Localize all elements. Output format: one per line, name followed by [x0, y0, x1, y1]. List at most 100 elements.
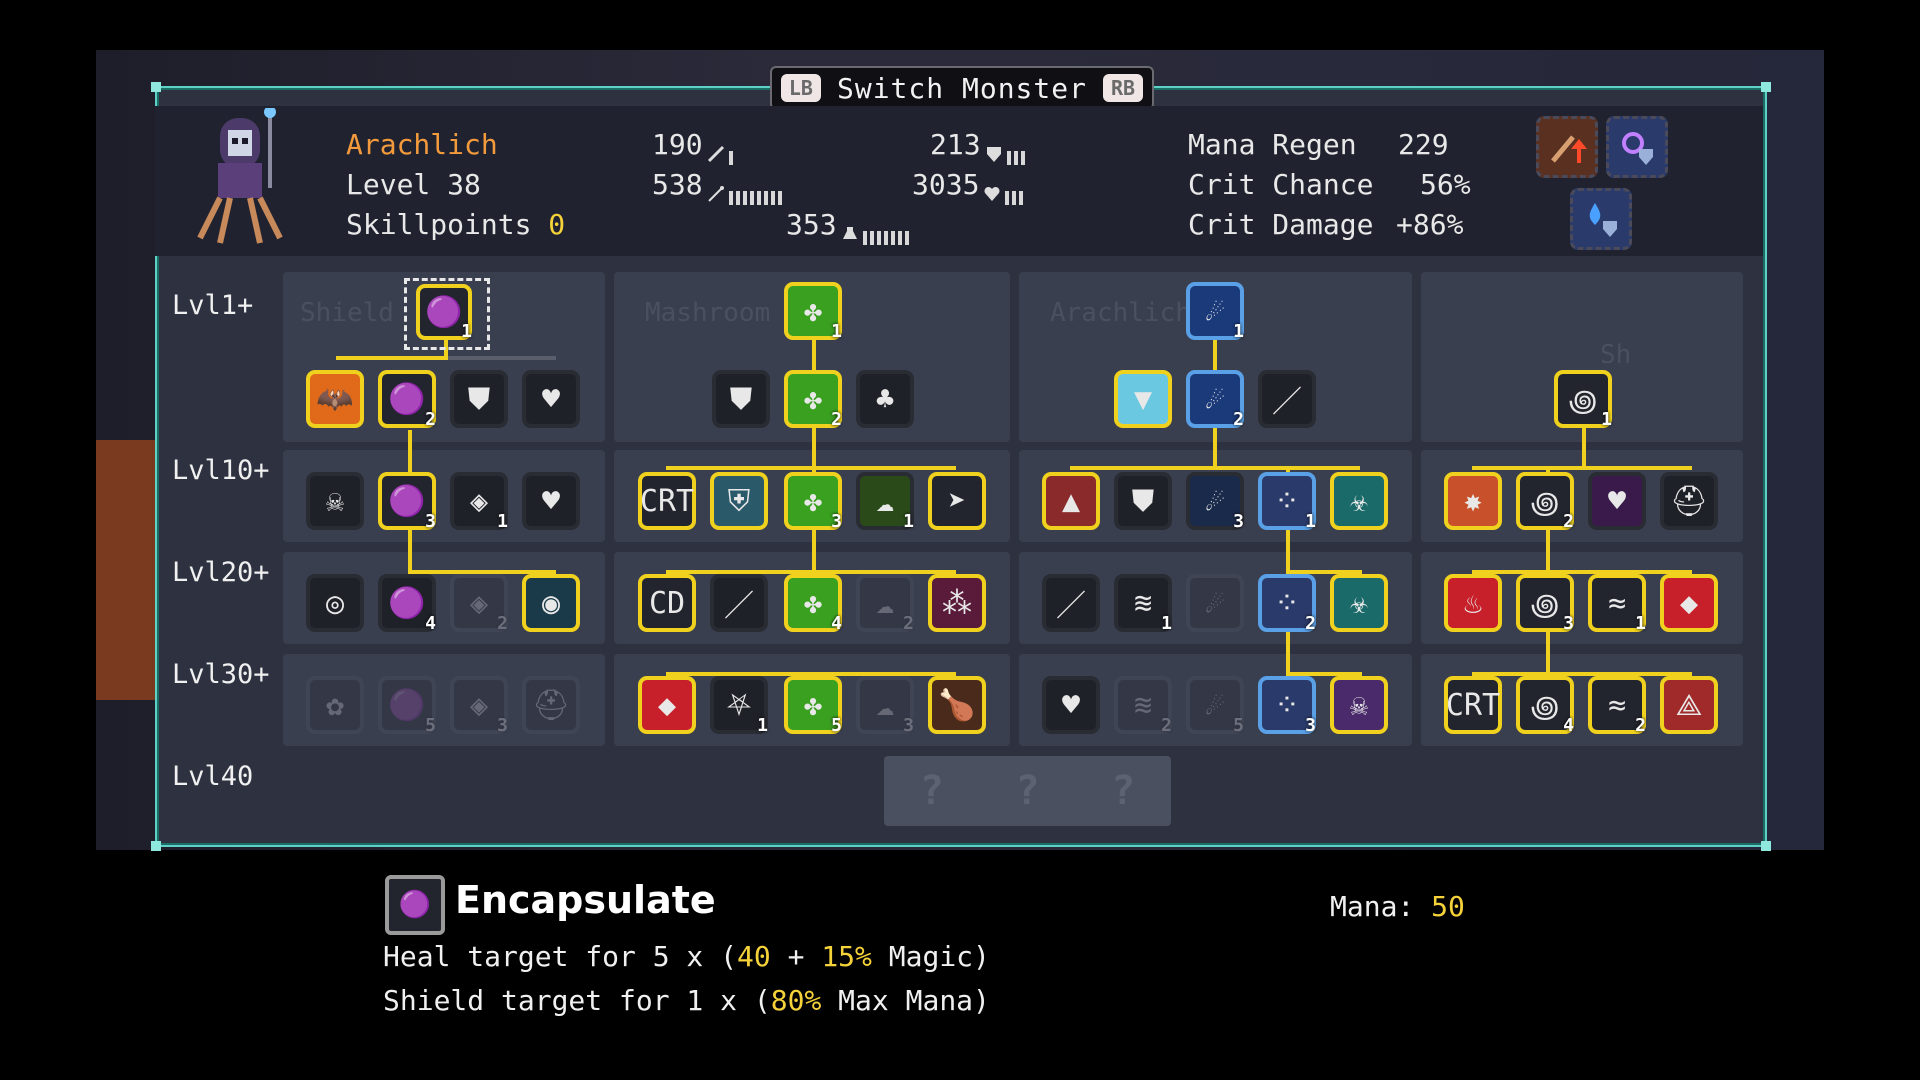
stat-bar [763, 191, 768, 205]
skill-locked-potion[interactable]: ⛑ [1660, 472, 1718, 530]
unknown-skill-3[interactable]: ? [1111, 768, 1135, 814]
skill-dim-4[interactable]: ⛑ [522, 676, 580, 734]
skill-dim-1[interactable]: ✿ [306, 676, 364, 734]
magic-shield-icon [1606, 116, 1668, 178]
skill-dim-target[interactable]: ◈ 2 [450, 574, 508, 634]
skill-rain[interactable]: ⁘ 1 [1258, 472, 1316, 532]
skill-spore-3[interactable]: ✤ 3 [784, 472, 842, 532]
skill-ice-spikes[interactable]: ▼ [1114, 370, 1172, 428]
skill-dim-wave[interactable]: ≋ 2 [1114, 676, 1172, 736]
skill-red-spikes[interactable]: ▲ [1042, 472, 1100, 530]
skill-locked-wand[interactable]: ／ [710, 574, 768, 632]
lb-button[interactable]: LB [780, 74, 821, 102]
skill-dim-3[interactable]: ◈ 3 [450, 676, 508, 736]
column-name-sh: Sh [1600, 340, 1632, 370]
skill-spore[interactable]: ✤ 1 [784, 282, 842, 342]
skill-wind[interactable]: ≈1 [1588, 574, 1646, 634]
skill-encapsulate-3[interactable]: 🟣 3 [378, 472, 436, 532]
skill-locked-defense-3[interactable]: ⛊ [1114, 472, 1172, 530]
skill-ice-bolt[interactable]: ☄ 1 [1186, 282, 1244, 342]
level-label-10: Lvl10+ [172, 455, 270, 486]
skill-red-rune[interactable]: ⟁ [1660, 676, 1718, 734]
stat-bar [1005, 191, 1010, 205]
shield-icon [985, 137, 1003, 162]
skill-rain-3[interactable]: ⁘ 3 [1258, 676, 1316, 736]
skill-swirl-4[interactable]: ꩜ 4 [1516, 676, 1574, 736]
skill-spore-2[interactable]: ✤ 2 [784, 370, 842, 430]
unknown-skill-2[interactable]: ? [1015, 768, 1039, 814]
stat-bar [1020, 151, 1025, 165]
skill-encapsulate-2[interactable]: 🟣 2 [378, 370, 436, 430]
skill-red-dots[interactable]: ⁂ [928, 574, 986, 632]
skill-poison-2[interactable]: ☣ [1330, 574, 1388, 632]
skill-spore-4[interactable]: ✤ 4 [784, 574, 842, 634]
skill-locked-bush[interactable]: ☁ 1 [856, 472, 914, 532]
mana-cost-label: Mana: [1330, 890, 1415, 923]
mana-regen-value: 229 [1398, 128, 1449, 161]
skill-swirl-3[interactable]: ꩜ 3 [1516, 574, 1574, 634]
skill-skull[interactable]: ☠ [1330, 676, 1388, 734]
skill-locked-health-2[interactable]: ♥ [522, 472, 580, 530]
skill-potion-shield[interactable]: ⛨ [710, 472, 768, 530]
skill-locked-wand-2[interactable]: ／ [1258, 370, 1316, 428]
skill-fire-drop[interactable]: ♨ [1444, 574, 1502, 632]
skillpoints-label: Skillpoints [346, 208, 532, 241]
stat-bar [862, 231, 867, 245]
skillpoints-value: 0 [548, 208, 566, 241]
skill-rain-2[interactable]: ⁘ 2 [1258, 574, 1316, 634]
unknown-skill-1[interactable]: ? [920, 768, 944, 814]
skill-locked-target[interactable]: ◈ 1 [450, 472, 508, 532]
skill-wind-2[interactable]: ≈2 [1588, 676, 1646, 736]
skill-locked-pentagram[interactable]: ⛧ 1 [710, 676, 768, 736]
skill-fire-dash[interactable]: ➤ [928, 472, 986, 530]
stat-bar [876, 231, 881, 245]
skill-locked-wave[interactable]: ≋ 1 [1114, 574, 1172, 634]
connector [666, 466, 956, 470]
skill-locked-health-3[interactable]: ♥ [1042, 676, 1100, 734]
attack-bars [728, 139, 736, 165]
skill-drumstick[interactable]: 🍗 [928, 676, 986, 734]
connector [1070, 466, 1360, 470]
skill-red-diamond[interactable]: ◆ [638, 676, 696, 734]
stat-bar [728, 191, 733, 205]
switch-monster-bar: LB Switch Monster RB [770, 66, 1154, 110]
level-label-20: Lvl20+ [172, 557, 270, 588]
skill-swirl[interactable]: ꩜ 1 [1554, 370, 1612, 430]
skill-red-diamond-2[interactable]: ◆ [1660, 574, 1718, 632]
skill-encapsulate[interactable]: 🟣 1 [416, 284, 472, 342]
skill-swirl-2[interactable]: ꩜ 2 [1516, 472, 1574, 532]
skill-purple-heart[interactable]: ♥ [1588, 472, 1646, 530]
skill-ice-bolt-2[interactable]: ☄ 2 [1186, 370, 1244, 430]
skill-cooldown[interactable]: CD [638, 574, 696, 632]
skill-crit-2[interactable]: CRT [1444, 676, 1502, 734]
skill-fire-bat[interactable]: 🦇 [306, 370, 364, 428]
skill-dim-ice-2[interactable]: ☄ 5 [1186, 676, 1244, 736]
rb-button[interactable]: RB [1103, 74, 1144, 102]
stat-bar [1019, 191, 1024, 205]
skill-spore-5[interactable]: ✤ 5 [784, 676, 842, 736]
skill-dim-bush[interactable]: ☁ 2 [856, 574, 914, 634]
skill-locked-skull[interactable]: ☠ [306, 472, 364, 530]
skill-poison[interactable]: ☣ [1330, 472, 1388, 530]
skill-locked-encapsulate[interactable]: 🟣 4 [378, 574, 436, 634]
mana-regen-label: Mana Regen [1188, 128, 1357, 161]
skill-locked-defense[interactable]: ⛊ [450, 370, 508, 428]
stat-bar [756, 191, 761, 205]
skill-locked-ice-bolt[interactable]: ☄ 3 [1186, 472, 1244, 532]
skill-locked-wand-3[interactable]: ／ [1042, 574, 1100, 632]
background-wall [96, 440, 156, 700]
skill-cyan-orb[interactable]: ◉ [522, 574, 580, 632]
skill-dim-2[interactable]: 🟣 5 [378, 676, 436, 736]
stat-health: 3035 [912, 168, 1026, 205]
skill-fire-burst[interactable]: ✸ [1444, 472, 1502, 530]
skill-locked-health[interactable]: ♥ [522, 370, 580, 428]
column-name-mashroom: Mashroom [645, 298, 771, 328]
skill-locked-ring[interactable]: ◎ [306, 574, 364, 632]
skill-crit[interactable]: CRT [638, 472, 696, 530]
stat-bar [735, 191, 740, 205]
skill-dim-ice[interactable]: ☄ [1186, 574, 1244, 632]
skill-description-heal: Heal target for 5 x (40 + 15% Magic) [383, 940, 990, 973]
skill-locked-defense-2[interactable]: ⛊ [712, 370, 770, 428]
skill-dim-bush-2[interactable]: ☁ 3 [856, 676, 914, 736]
skill-locked-clover[interactable]: ♣ [856, 370, 914, 428]
